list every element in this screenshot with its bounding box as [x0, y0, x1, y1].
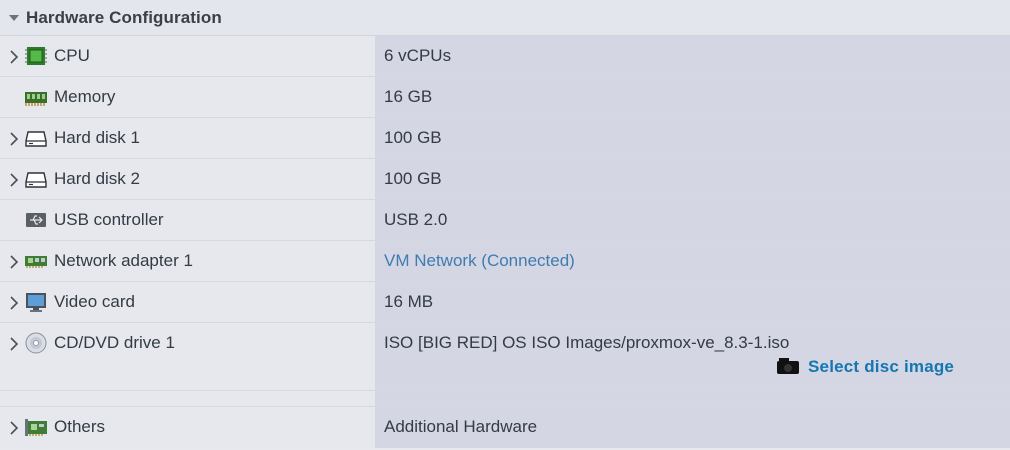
row-label: Hard disk 1 — [54, 128, 140, 147]
hardware-row-usb-controller: USB controller USB 2.0 — [0, 200, 1010, 241]
hardware-row-memory: Memory 16 GB — [0, 77, 1010, 118]
network-adapter-icon — [25, 256, 47, 268]
expand-chevron-icon[interactable] — [7, 254, 21, 270]
collapse-caret-icon[interactable] — [9, 14, 19, 21]
monitor-icon — [26, 293, 46, 312]
hard-disk-icon — [25, 172, 47, 188]
network-link[interactable]: VM Network (Connected) — [384, 251, 575, 271]
row-label: Video card — [54, 292, 135, 311]
others-card-icon — [25, 419, 47, 436]
disc-image-icon — [777, 358, 799, 374]
row-value: 16 GB — [384, 87, 433, 106]
row-value: 6 vCPUs — [384, 46, 452, 65]
hardware-row-cd-dvd-drive-1[interactable]: CD/DVD drive 1 ISO [BIG RED] OS ISO Imag… — [0, 323, 1010, 391]
row-value: 16 MB — [384, 292, 434, 311]
row-label: Others — [54, 417, 106, 436]
expand-chevron-icon[interactable] — [7, 49, 21, 65]
usb-icon — [26, 213, 46, 227]
select-disc-image-label: Select disc image — [808, 357, 955, 376]
row-label: CPU — [54, 46, 90, 65]
row-label: Network adapter 1 — [54, 251, 193, 270]
row-label: USB controller — [54, 210, 164, 229]
hard-disk-icon — [25, 131, 47, 147]
memory-icon — [25, 92, 47, 106]
expand-chevron-icon[interactable] — [7, 295, 21, 311]
section-title: Hardware Configuration — [26, 7, 222, 27]
hardware-row-network-adapter-1[interactable]: Network adapter 1 VM Network (Connected) — [0, 241, 1010, 282]
row-label: Hard disk 2 — [54, 169, 140, 188]
hardware-row-hard-disk-2[interactable]: Hard disk 2 100 GB — [0, 159, 1010, 200]
cd-dvd-icon — [25, 332, 47, 354]
row-label: CD/DVD drive 1 — [54, 333, 175, 352]
row-value: Additional Hardware — [384, 417, 538, 436]
section-header[interactable]: Hardware Configuration — [0, 0, 1010, 36]
hardware-row-video-card[interactable]: Video card 16 MB — [0, 282, 1010, 323]
hardware-row-cpu[interactable]: CPU 6 vCPUs — [0, 36, 1010, 77]
cpu-icon — [25, 47, 47, 65]
row-label: Memory — [54, 87, 116, 106]
hardware-row-others[interactable]: Others Additional Hardware — [0, 407, 1010, 448]
row-value: 100 GB — [384, 128, 442, 147]
expand-chevron-icon[interactable] — [7, 336, 21, 352]
row-value: ISO [BIG RED] OS ISO Images/proxmox-ve_8… — [384, 333, 790, 352]
row-value: 100 GB — [384, 169, 442, 188]
row-value: USB 2.0 — [384, 210, 448, 229]
hardware-row-hard-disk-1[interactable]: Hard disk 1 100 GB — [0, 118, 1010, 159]
spacer-row — [0, 391, 1010, 407]
expand-chevron-icon[interactable] — [7, 131, 21, 147]
hardware-configuration-panel: Hardware Configuration CPU 6 vCPUs Memor… — [0, 0, 1010, 450]
expand-chevron-icon[interactable] — [7, 420, 21, 436]
select-disc-image-button[interactable]: Select disc image — [776, 357, 954, 377]
hardware-rows: CPU 6 vCPUs Memory 16 GB Hard disk 1 100… — [0, 36, 1010, 448]
expand-chevron-icon[interactable] — [7, 172, 21, 188]
